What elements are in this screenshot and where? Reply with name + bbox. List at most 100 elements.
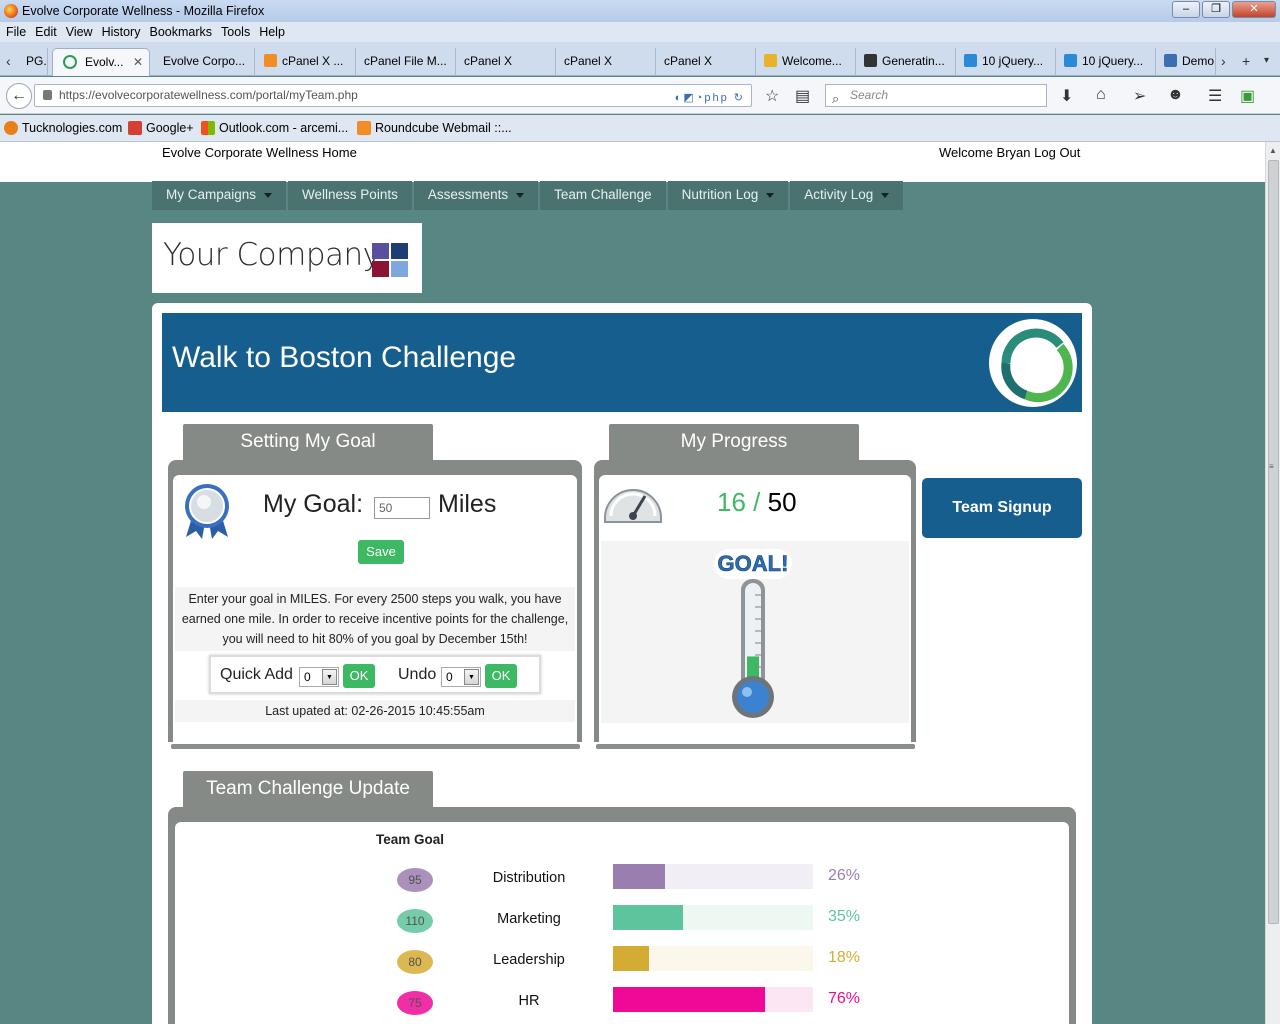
team-progress-bar — [613, 946, 813, 971]
page-scrollbar[interactable]: ▲ ≡ — [1265, 142, 1280, 1024]
menu-tools[interactable]: Tools — [221, 22, 250, 42]
browser-tab[interactable]: 10 jQuery... — [1056, 48, 1156, 76]
firefox-icon — [4, 4, 18, 18]
goal-input[interactable]: 50 — [374, 497, 430, 519]
logout-link[interactable]: Log Out — [1034, 145, 1080, 160]
team-name: HR — [518, 993, 540, 1009]
tabs-scroll-left-icon[interactable]: ‹ — [6, 48, 11, 74]
menu-view[interactable]: View — [66, 22, 93, 42]
scroll-up-icon[interactable]: ▲ — [1269, 146, 1277, 155]
team-goal-badge: 80 — [397, 950, 433, 974]
menu-help[interactable]: Help — [259, 22, 285, 42]
window-titlebar: Evolve Corporate Wellness - Mozilla Fire… — [0, 0, 1280, 22]
home-icon[interactable]: ⌂ — [1096, 86, 1106, 104]
window-title: Evolve Corporate Wellness - Mozilla Fire… — [22, 4, 265, 18]
addon-icon[interactable]: ▣ — [1240, 86, 1255, 106]
addon-icons[interactable]: ◐◩◔php ↻ — [675, 88, 745, 109]
back-icon[interactable]: ← — [6, 83, 32, 109]
tabs-scroll-right-icon[interactable]: › — [1221, 48, 1226, 74]
nav-activity-log[interactable]: Activity Log — [790, 181, 904, 210]
tucknologies-icon — [4, 121, 18, 135]
tab-my-progress: My Progress — [609, 424, 859, 461]
browser-tab[interactable]: cPanel X — [556, 48, 656, 76]
browser-tab[interactable]: Demo — [1156, 48, 1216, 76]
close-tab-icon[interactable]: ✕ — [133, 49, 143, 75]
nav-team-challenge[interactable]: Team Challenge — [540, 181, 666, 210]
browser-tab[interactable]: cPanel X ... — [256, 48, 356, 76]
url-bar[interactable]: https://evolvecorporatewellness.com/port… — [34, 84, 752, 107]
nav-my-campaigns[interactable]: My Campaigns — [152, 181, 287, 210]
jquery-icon — [1064, 54, 1077, 67]
download-icon[interactable]: ⬇ — [1060, 86, 1073, 106]
menu-file[interactable]: File — [6, 22, 26, 42]
scroll-thumb[interactable] — [1268, 160, 1279, 924]
quick-add-ok-button[interactable]: OK — [343, 664, 375, 688]
menu-icon[interactable]: ☰ — [1208, 86, 1222, 106]
team-goal-badge: 75 — [397, 991, 433, 1015]
reading-list-icon[interactable]: ▤ — [795, 86, 810, 106]
dropdown-caret-icon — [516, 193, 525, 198]
jquery-icon — [964, 54, 977, 67]
nav-nutrition-log[interactable]: Nutrition Log — [667, 181, 789, 210]
team-name: Distribution — [492, 870, 566, 886]
new-tab-icon[interactable]: + — [1242, 48, 1250, 74]
browser-tab[interactable]: PG... — [18, 48, 48, 76]
search-icon: ⌕ — [832, 91, 840, 106]
menu-bookmarks[interactable]: Bookmarks — [149, 22, 212, 42]
team-signup-button[interactable]: Team Signup — [922, 478, 1082, 538]
undo-select[interactable]: 0 ▼ — [441, 667, 481, 687]
quick-add-select[interactable]: 0 ▼ — [299, 667, 339, 687]
quick-add-label: Quick Add — [220, 666, 293, 683]
bookmark-item[interactable]: Tucknologies.com — [4, 115, 122, 142]
menu-edit[interactable]: Edit — [35, 22, 57, 42]
last-updated: Last upated at: 02-26-2015 10:45:55am — [175, 700, 575, 722]
box-icon — [764, 54, 777, 67]
challenge-banner: Walk to Boston Challenge — [162, 313, 1082, 412]
nav-wellness-points[interactable]: Wellness Points — [288, 181, 412, 210]
browser-tab[interactable]: cPanel File M... — [356, 48, 456, 76]
send-icon[interactable]: ➢ — [1133, 86, 1146, 106]
tab-setting-goal: Setting My Goal — [183, 424, 433, 461]
jp-icon — [1164, 54, 1177, 67]
undo-ok-button[interactable]: OK — [485, 664, 517, 688]
speedometer-icon — [604, 489, 662, 523]
evolve-logo-icon — [989, 319, 1077, 407]
team-progress-percent: 35% — [828, 908, 861, 925]
chevron-down-icon: ▼ — [464, 669, 479, 685]
goal-description: Enter your goal in MILES. For every 2500… — [175, 587, 575, 651]
team-progress-fill — [613, 946, 649, 971]
bookmark-item[interactable]: Google+ — [128, 115, 194, 142]
dropdown-caret-icon — [881, 193, 890, 198]
home-link[interactable]: Evolve Corporate Wellness Home — [162, 145, 357, 160]
browser-tab[interactable]: Welcome... — [756, 48, 856, 76]
company-logo: Your Company — [152, 223, 422, 293]
team-progress-bar — [613, 905, 813, 930]
browser-tab-active[interactable]: Evolv... ✕ — [52, 48, 150, 76]
nav-assessments[interactable]: Assessments — [413, 181, 539, 210]
menu-history[interactable]: History — [102, 22, 141, 42]
bookmark-star-icon[interactable]: ☆ — [765, 86, 779, 106]
team-goal-header: Team Goal — [376, 832, 445, 847]
minimize-button[interactable]: – — [1172, 1, 1200, 18]
maximize-button[interactable]: ❐ — [1202, 1, 1230, 18]
browser-tab[interactable]: Generatin... — [856, 48, 956, 76]
search-input[interactable]: ⌕ Search — [825, 84, 1047, 107]
cpanel-icon — [357, 121, 371, 135]
chat-icon[interactable]: ☻ — [1167, 86, 1184, 104]
bookmark-item[interactable]: Roundcube Webmail ::... — [357, 115, 512, 142]
google-plus-icon — [128, 121, 142, 135]
browser-tab[interactable]: cPanel X — [456, 48, 556, 76]
list-tabs-icon[interactable]: ▾ — [1264, 48, 1269, 74]
award-ribbon-icon — [185, 484, 229, 539]
browser-tab[interactable]: cPanel X — [656, 48, 756, 76]
team-progress-percent: 18% — [828, 949, 861, 966]
scroll-grip-icon: ≡ — [1269, 462, 1274, 471]
team-name: Marketing — [497, 911, 561, 927]
cpanel-icon — [264, 54, 277, 67]
browser-tab[interactable]: Evolve Corpo... — [155, 48, 255, 76]
browser-tab[interactable]: 10 jQuery... — [956, 48, 1056, 76]
team-progress-fill — [613, 905, 683, 930]
save-button[interactable]: Save — [358, 540, 404, 564]
bookmark-item[interactable]: Outlook.com - arcemi... — [201, 115, 348, 142]
close-window-button[interactable]: ✕ — [1232, 1, 1276, 18]
